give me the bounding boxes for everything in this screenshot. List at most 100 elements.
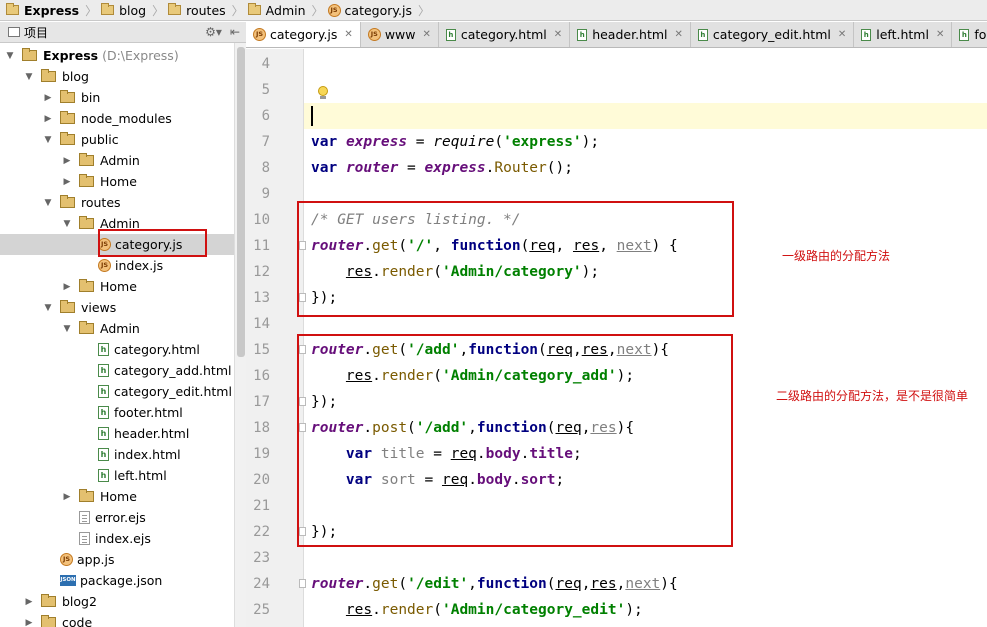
tree-item[interactable]: JS index.js — [0, 255, 234, 276]
close-tab-icon[interactable]: ✕ — [344, 29, 352, 40]
line-number: 5 — [261, 82, 270, 98]
settings-gear-icon[interactable]: ⚙▾ — [205, 25, 222, 39]
tree-item-label: category.html — [114, 342, 200, 357]
expand-closed-icon[interactable]: ▶ — [61, 492, 73, 502]
tree-item[interactable]: h category_add.html — [0, 360, 234, 381]
editor-tab[interactable]: h left.html ✕ — [854, 22, 953, 47]
tree-item[interactable]: h index.html — [0, 444, 234, 465]
tree-item[interactable]: ▼ blog — [0, 66, 234, 87]
line-number: 9 — [261, 186, 270, 202]
tree-item[interactable]: h left.html — [0, 465, 234, 486]
close-tab-icon[interactable]: ✕ — [936, 29, 944, 40]
line-number: 23 — [253, 550, 270, 566]
fold-marker[interactable] — [299, 579, 306, 588]
tree-item[interactable]: JS app.js — [0, 549, 234, 570]
close-tab-icon[interactable]: ✕ — [554, 29, 562, 40]
tree-item-label: routes — [81, 195, 121, 210]
tree-item[interactable]: ▶ bin — [0, 87, 234, 108]
breadcrumb-item-express[interactable]: Express — [4, 0, 83, 20]
scrollbar-thumb[interactable] — [237, 47, 245, 357]
annotation-box-second-level — [297, 334, 733, 547]
tree-item-label: public — [81, 132, 119, 147]
close-tab-icon[interactable]: ✕ — [422, 29, 430, 40]
project-panel-header: 项目 ⚙▾ ⇤ — [0, 22, 246, 43]
editor-tab[interactable]: hfoot — [952, 22, 987, 47]
tab-label: category.html — [460, 27, 547, 42]
expand-closed-icon[interactable]: ▶ — [61, 156, 73, 166]
tree-item[interactable]: h category.html — [0, 339, 234, 360]
editor-tab[interactable]: h header.html ✕ — [570, 22, 691, 47]
text-caret — [311, 106, 313, 126]
js-file-icon: JS — [253, 27, 266, 41]
expand-closed-icon[interactable]: ▶ — [23, 618, 35, 627]
tree-item-label: Admin — [100, 153, 140, 168]
folder-icon — [60, 132, 75, 145]
tree-item[interactable]: h category_edit.html — [0, 381, 234, 402]
tree-item-label: index.js — [115, 258, 164, 273]
breadcrumb-item-admin[interactable]: Admin — [246, 0, 310, 20]
expand-closed-icon[interactable]: ▶ — [61, 282, 73, 292]
expand-open-icon[interactable]: ▼ — [61, 324, 73, 334]
tree-item[interactable]: ▶ blog2 — [0, 591, 234, 612]
line-number: 17 — [253, 394, 270, 410]
expand-closed-icon[interactable]: ▶ — [42, 93, 54, 103]
expand-open-icon[interactable]: ▼ — [23, 72, 35, 82]
tree-item-path: (D:\Express) — [102, 48, 179, 63]
close-tab-icon[interactable]: ✕ — [675, 29, 683, 40]
tree-item[interactable]: ▼ Admin — [0, 318, 234, 339]
editor-tab[interactable]: JS category.js ✕ — [246, 22, 361, 47]
current-line-highlight — [304, 103, 987, 129]
tree-item[interactable]: ▼ routes — [0, 192, 234, 213]
project-panel-title[interactable]: 项目 — [24, 24, 48, 41]
editor-tab[interactable]: h category.html ✕ — [438, 22, 571, 47]
expand-open-icon[interactable]: ▼ — [42, 198, 54, 208]
code-line-25[interactable]: res.render('Admin/category_edit'); — [311, 597, 643, 623]
code-line-7[interactable]: var express = require('express'); — [311, 129, 599, 155]
tree-item[interactable]: ▶ node_modules — [0, 108, 234, 129]
folder-icon — [168, 3, 182, 15]
js-file-icon: JS — [327, 3, 341, 17]
tab-label: www — [384, 27, 416, 42]
tree-item[interactable]: error.ejs — [0, 507, 234, 528]
project-tree-scrollbar[interactable] — [234, 43, 246, 627]
line-number: 7 — [261, 134, 270, 150]
editor-tab[interactable]: h category_edit.html ✕ — [690, 22, 855, 47]
expand-open-icon[interactable]: ▼ — [4, 51, 16, 61]
breadcrumb-item-category-js[interactable]: JS category.js — [326, 0, 416, 20]
tree-item-label: Home — [100, 174, 137, 189]
code-line-8[interactable]: var router = express.Router(); — [311, 155, 573, 181]
lightbulb-icon[interactable] — [318, 86, 328, 100]
tree-item[interactable]: index.ejs — [0, 528, 234, 549]
html-file-icon: h — [697, 28, 708, 41]
expand-closed-icon[interactable]: ▶ — [61, 177, 73, 187]
expand-closed-icon[interactable]: ▶ — [42, 114, 54, 124]
html-file-icon: h — [861, 28, 872, 41]
tree-item[interactable]: ▶ Home — [0, 276, 234, 297]
js-file-icon: JS — [60, 553, 73, 566]
close-tab-icon[interactable]: ✕ — [838, 29, 846, 40]
expand-open-icon[interactable]: ▼ — [61, 219, 73, 229]
hide-panel-icon[interactable]: ⇤ — [230, 25, 240, 39]
tree-item[interactable]: ▼ public — [0, 129, 234, 150]
tree-item[interactable]: ▼ views — [0, 297, 234, 318]
expand-open-icon[interactable]: ▼ — [42, 303, 54, 313]
expand-open-icon[interactable]: ▼ — [42, 135, 54, 145]
tree-item[interactable]: ▼ Express (D:\Express) — [0, 45, 234, 66]
tree-item[interactable]: JSON package.json — [0, 570, 234, 591]
breadcrumb-item-routes[interactable]: routes — [166, 0, 230, 20]
breadcrumb-separator: 〉 — [231, 3, 244, 18]
tree-item-label: views — [81, 300, 117, 315]
expand-closed-icon[interactable]: ▶ — [23, 597, 35, 607]
tree-item[interactable]: ▶ code — [0, 612, 234, 627]
tree-item-label: node_modules — [81, 111, 172, 126]
tree-item[interactable]: ▶ Admin — [0, 150, 234, 171]
tree-item[interactable]: h header.html — [0, 423, 234, 444]
code-line-24[interactable]: router.get('/edit',function(req,res,next… — [311, 571, 678, 597]
breadcrumb-item-blog[interactable]: blog — [99, 0, 150, 20]
tree-item[interactable]: ▶ Home — [0, 171, 234, 192]
js-file-icon: JS — [367, 28, 381, 41]
tree-item[interactable]: h footer.html — [0, 402, 234, 423]
tree-item[interactable]: ▶ Home — [0, 486, 234, 507]
html-file-icon: h — [98, 406, 109, 419]
editor-tab[interactable]: JS www ✕ — [360, 22, 439, 47]
